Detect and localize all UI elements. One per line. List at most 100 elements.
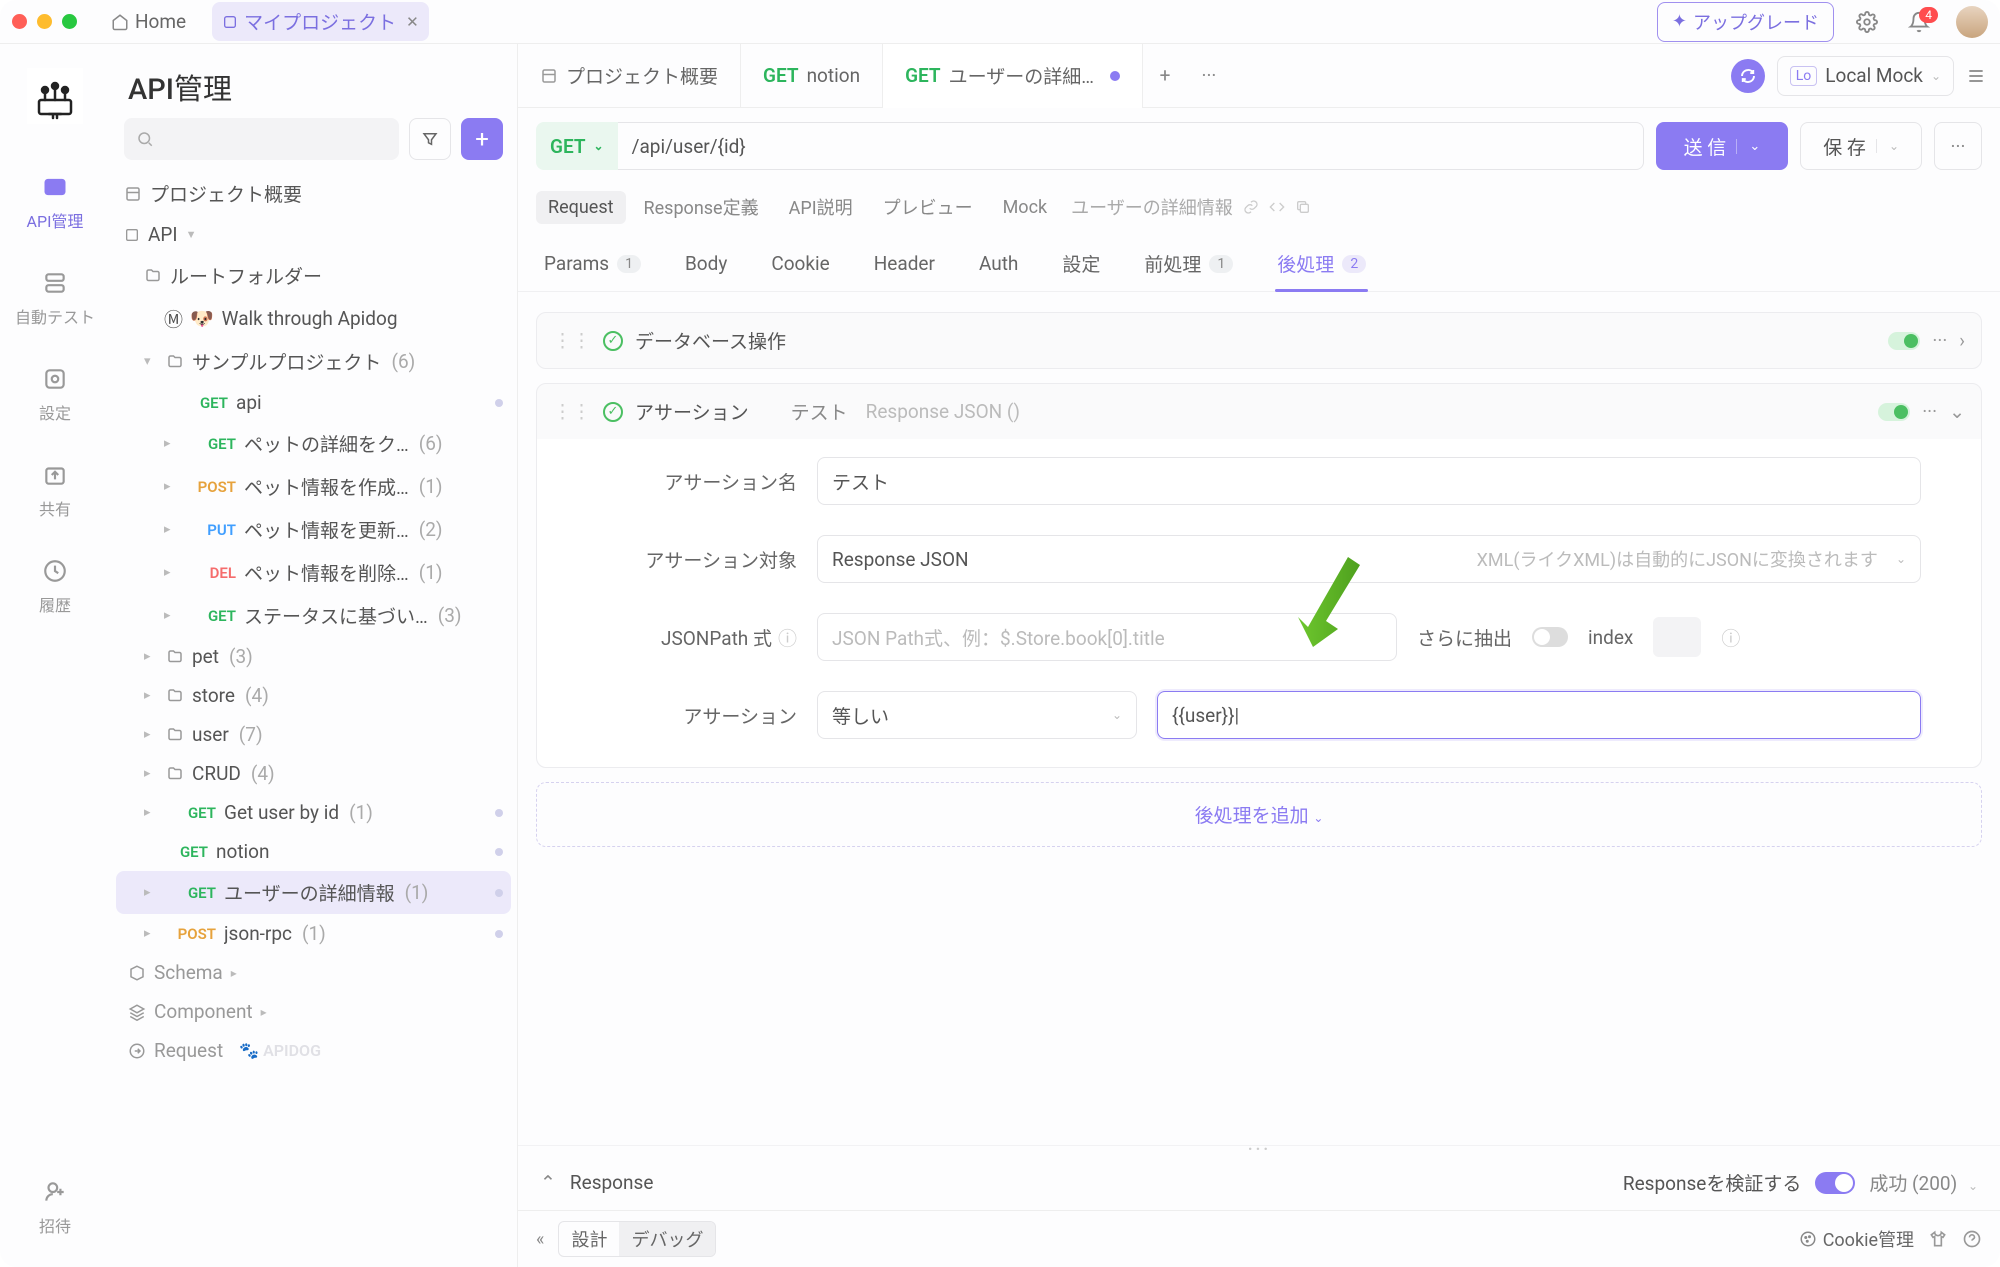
notifications-icon[interactable]: 4 <box>1900 11 1938 33</box>
minimize-window-icon[interactable] <box>37 14 52 29</box>
help-icon[interactable]: ⓘ <box>1721 624 1740 651</box>
tree-folder[interactable]: ▸store(4) <box>116 676 511 715</box>
tree-api-root[interactable]: API ▼ <box>116 215 511 254</box>
tree-request[interactable]: Request 🐾APIDOG <box>116 1031 511 1070</box>
minitab-preview[interactable]: プレビュー <box>871 188 985 226</box>
filter-button[interactable] <box>409 118 451 160</box>
chevron-down-icon[interactable]: ⌄ <box>1949 400 1965 423</box>
tshirt-icon[interactable] <box>1928 1229 1948 1249</box>
search-input[interactable] <box>124 118 399 160</box>
reqtab-post[interactable]: 後処理2 <box>1275 240 1368 291</box>
tree-schema[interactable]: Schema ▸ <box>116 953 511 992</box>
seg-design[interactable]: 設計 <box>559 1222 619 1256</box>
tree-walkthrough[interactable]: Ⓜ 🐶 Walk through Apidog <box>116 297 511 340</box>
tree-item[interactable]: ▸GETGet user by id(1) <box>116 793 511 832</box>
nav-settings[interactable]: 設定 <box>39 364 71 424</box>
minitab-request[interactable]: Request <box>536 191 626 224</box>
assertion-target-select[interactable]: Response JSON XML(ライクXML)は自動的にJSONに変換されま… <box>817 535 1921 583</box>
tab-userdetail[interactable]: GET ユーザーの詳細… <box>883 44 1143 107</box>
tree-item[interactable]: ▸PUTペット情報を更新…(2) <box>116 508 511 551</box>
chevron-right-icon[interactable]: › <box>1959 329 1965 352</box>
cookie-manager-button[interactable]: Cookie管理 <box>1799 1226 1914 1252</box>
tabs-more-button[interactable]: ··· <box>1187 64 1231 87</box>
chevron-down-icon[interactable]: ⌄ <box>1876 139 1899 153</box>
environment-select[interactable]: Lo Local Mock ⌄ <box>1777 56 1954 96</box>
more-button[interactable]: ··· <box>1934 122 1982 170</box>
index-input[interactable] <box>1653 617 1701 657</box>
nav-history[interactable]: 履歴 <box>39 556 71 616</box>
assertion-value-input[interactable]: {{user}}| <box>1157 691 1921 739</box>
maximize-window-icon[interactable] <box>62 14 77 29</box>
status-select[interactable]: 成功 (200) ⌄ <box>1869 1169 1978 1196</box>
help-icon[interactable] <box>1962 1229 1982 1249</box>
url-input[interactable]: /api/user/{id} <box>618 122 1644 170</box>
reqtab-settings[interactable]: 設定 <box>1060 240 1102 291</box>
settings-icon[interactable] <box>1848 11 1886 33</box>
reqtab-cookie[interactable]: Cookie <box>769 240 831 291</box>
reqtab-pre[interactable]: 前処理1 <box>1142 240 1235 291</box>
assertion-name-input[interactable]: テスト <box>817 457 1921 505</box>
more-icon[interactable]: ··· <box>1932 329 1947 352</box>
seg-debug[interactable]: デバッグ <box>619 1222 715 1256</box>
method-select[interactable]: GET ⌄ <box>536 122 618 170</box>
tab-overview[interactable]: プロジェクト概要 <box>518 44 741 107</box>
reqtab-auth[interactable]: Auth <box>977 240 1020 291</box>
send-button[interactable]: 送 信 ⌄ <box>1656 122 1789 170</box>
tree-folder[interactable]: ▸pet(3) <box>116 637 511 676</box>
refresh-button[interactable] <box>1731 59 1765 93</box>
tree-item[interactable]: ▸POSTペット情報を作成…(1) <box>116 465 511 508</box>
project-tab[interactable]: マイプロジェクト ✕ <box>212 2 429 41</box>
enable-toggle[interactable] <box>1888 332 1920 350</box>
tree-sample-folder[interactable]: ▾ サンプルプロジェクト (6) <box>116 340 511 383</box>
tree-overview[interactable]: プロジェクト概要 <box>116 172 511 215</box>
reqtab-body[interactable]: Body <box>683 240 729 291</box>
more-icon[interactable]: ··· <box>1922 400 1937 423</box>
save-button[interactable]: 保 存 ⌄ <box>1800 122 1922 170</box>
chevron-down-icon[interactable]: ⌄ <box>1736 139 1760 154</box>
code-icon[interactable] <box>1269 199 1285 215</box>
close-project-icon[interactable]: ✕ <box>406 13 419 31</box>
verify-toggle[interactable] <box>1815 1172 1855 1194</box>
tree-folder[interactable]: ▸user(7) <box>116 715 511 754</box>
drag-handle-icon[interactable]: ⋮⋮ <box>553 329 591 352</box>
enable-toggle[interactable] <box>1878 403 1910 421</box>
tree-folder[interactable]: ▸CRUD(4) <box>116 754 511 793</box>
collapse-icon[interactable]: « <box>536 1229 544 1250</box>
add-button[interactable]: + <box>461 118 503 160</box>
tree-item[interactable]: ▸GETステータスに基づい…(3) <box>116 594 511 637</box>
add-processor-button[interactable]: 後処理を追加 ⌄ <box>536 782 1982 847</box>
assertion-operator-select[interactable]: 等しい ⌄ <box>817 691 1137 739</box>
minitab-responsedef[interactable]: Response定義 <box>632 188 771 226</box>
nav-api[interactable]: API管理 <box>27 172 84 232</box>
jsonpath-input[interactable]: JSON Path式、例：$.Store.book[0].title <box>817 613 1397 661</box>
user-avatar[interactable] <box>1956 6 1988 38</box>
upgrade-button[interactable]: ✦ アップグレード <box>1657 2 1834 42</box>
help-icon[interactable]: ⓘ <box>778 624 797 651</box>
new-tab-button[interactable]: + <box>1143 64 1187 87</box>
tab-notion[interactable]: GET notion <box>741 44 883 107</box>
nav-invite[interactable]: 招待 <box>39 1177 71 1237</box>
tree-item[interactable]: GETnotion <box>116 832 511 871</box>
tree-item[interactable]: ▸GETペットの詳細をク…(6) <box>116 422 511 465</box>
tree-root-folder[interactable]: ルートフォルダー <box>116 254 511 297</box>
drag-handle-icon[interactable]: ⋮⋮ <box>553 400 591 423</box>
extract-toggle[interactable] <box>1532 627 1568 647</box>
tree-item-selected[interactable]: ▸GETユーザーの詳細情報(1) <box>116 871 511 914</box>
reqtab-header[interactable]: Header <box>872 240 937 291</box>
close-window-icon[interactable] <box>12 14 27 29</box>
minitab-mock[interactable]: Mock <box>991 191 1060 224</box>
copy-icon[interactable] <box>1295 199 1311 215</box>
chevron-up-icon[interactable]: ⌃ <box>540 1171 556 1194</box>
reqtab-params[interactable]: Params1 <box>542 240 643 291</box>
mode-segment[interactable]: 設計 デバッグ <box>558 1221 716 1257</box>
link-icon[interactable] <box>1243 199 1259 215</box>
tree-item[interactable]: GETapi <box>116 383 511 422</box>
tree-component[interactable]: Component ▸ <box>116 992 511 1031</box>
home-button[interactable]: Home <box>99 6 198 37</box>
nav-share[interactable]: 共有 <box>39 460 71 520</box>
response-splitter[interactable]: ··· <box>518 1145 2000 1155</box>
panel-toggle-button[interactable] <box>1966 66 1986 86</box>
tree-item[interactable]: ▸POSTjson-rpc(1) <box>116 914 511 953</box>
tree-item[interactable]: ▸DELペット情報を削除…(1) <box>116 551 511 594</box>
minitab-apidoc[interactable]: API説明 <box>777 188 865 226</box>
